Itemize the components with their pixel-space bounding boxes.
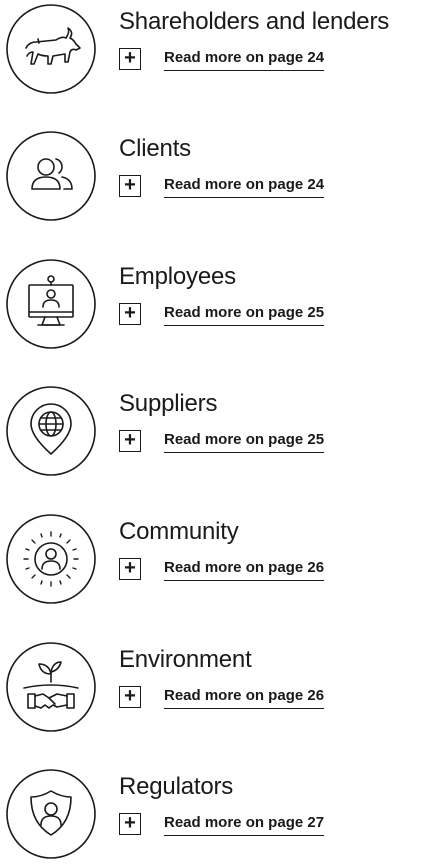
globe-pin-icon (4, 384, 98, 478)
people-icon (4, 129, 98, 223)
stakeholder-title: Clients (119, 135, 191, 162)
expand-plus-button[interactable]: + (119, 175, 141, 197)
expand-plus-button[interactable]: + (119, 558, 141, 580)
read-more-link[interactable]: Read more on page 24 (164, 48, 325, 71)
stakeholder-row-shareholders: Shareholders and lenders + Read more on … (0, 0, 437, 100)
expand-plus-button[interactable]: + (119, 48, 141, 70)
shield-person-icon (4, 767, 98, 861)
read-more-link[interactable]: Read more on page 24 (164, 175, 325, 198)
expand-plus-button[interactable]: + (119, 686, 141, 708)
stakeholder-title: Suppliers (119, 390, 218, 417)
stakeholder-row-regulators: Regulators + Read more on page 27 (0, 765, 437, 865)
stakeholder-title: Community (119, 518, 239, 545)
bull-icon (4, 2, 98, 96)
stakeholder-row-employees: Employees + Read more on page 25 (0, 255, 437, 355)
stakeholder-row-community: Community + Read more on page 26 (0, 510, 437, 610)
stakeholder-title: Shareholders and lenders (119, 8, 390, 35)
stakeholder-row-environment: Environment + Read more on page 26 (0, 638, 437, 738)
read-more-link[interactable]: Read more on page 27 (164, 813, 325, 836)
monitor-person-icon (4, 257, 98, 351)
read-more-link[interactable]: Read more on page 25 (164, 430, 325, 453)
expand-plus-button[interactable]: + (119, 303, 141, 325)
stakeholder-row-suppliers: Suppliers + Read more on page 25 (0, 382, 437, 482)
stakeholder-title: Environment (119, 646, 252, 673)
expand-plus-button[interactable]: + (119, 813, 141, 835)
stakeholder-title: Employees (119, 263, 236, 290)
read-more-link[interactable]: Read more on page 26 (164, 558, 325, 581)
read-more-link[interactable]: Read more on page 25 (164, 303, 325, 326)
read-more-link[interactable]: Read more on page 26 (164, 686, 325, 709)
stakeholder-title: Regulators (119, 773, 234, 800)
person-radiating-icon (4, 512, 98, 606)
plant-handshake-icon (4, 640, 98, 734)
expand-plus-button[interactable]: + (119, 430, 141, 452)
stakeholder-row-clients: Clients + Read more on page 24 (0, 127, 437, 227)
